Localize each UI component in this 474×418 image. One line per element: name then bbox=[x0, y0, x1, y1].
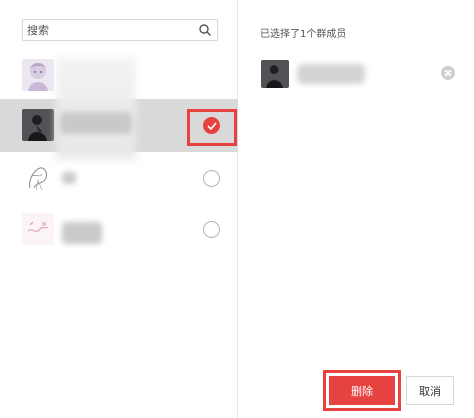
blurred-name bbox=[297, 64, 365, 84]
avatar bbox=[261, 60, 289, 88]
selected-members-pane: 已选择了1个群成员 bbox=[239, 0, 474, 418]
close-circle-icon[interactable] bbox=[441, 66, 455, 80]
avatar bbox=[22, 109, 54, 141]
member-checkbox[interactable] bbox=[203, 170, 220, 187]
delete-highlight-annotation bbox=[323, 370, 401, 411]
member-list-pane bbox=[0, 0, 238, 418]
blurred-name bbox=[60, 112, 132, 134]
search-icon[interactable] bbox=[198, 23, 212, 37]
remove-members-dialog: 已选择了1个群成员 删除 取消 bbox=[0, 0, 474, 418]
member-checkbox[interactable] bbox=[203, 221, 220, 238]
search-input[interactable] bbox=[27, 21, 187, 39]
selected-count-label: 已选择了1个群成员 bbox=[260, 29, 347, 40]
checkbox-highlight-annotation bbox=[187, 109, 237, 146]
blurred-name bbox=[62, 222, 102, 244]
cancel-button[interactable]: 取消 bbox=[406, 376, 454, 405]
avatar bbox=[22, 59, 54, 91]
list-item[interactable] bbox=[0, 203, 238, 256]
avatar bbox=[22, 162, 54, 194]
search-box[interactable] bbox=[22, 19, 218, 41]
blurred-name bbox=[62, 172, 76, 184]
blurred-names-overlay bbox=[56, 58, 136, 160]
avatar bbox=[22, 213, 54, 245]
